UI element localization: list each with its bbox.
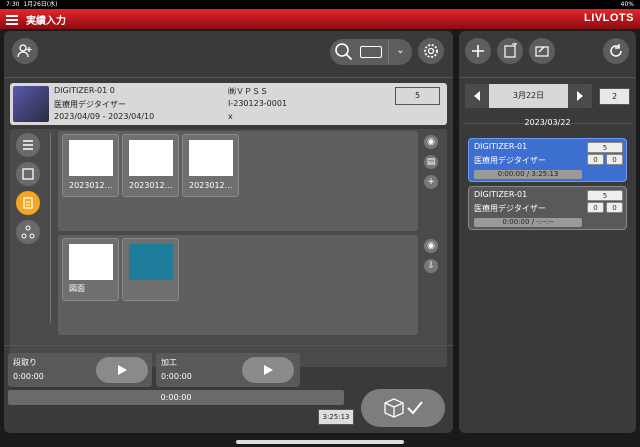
notes-tab[interactable] (16, 162, 40, 186)
add-user-icon (17, 43, 33, 59)
file-thumb[interactable]: 2023012... (182, 134, 239, 197)
total-time-bar: 0:00:00 (8, 390, 344, 405)
job-time: 0:00:00 / -:--:-- (474, 218, 582, 227)
order-qty: 5 (395, 87, 440, 105)
job-b: 0 (606, 202, 623, 213)
timer-label: 段取り (13, 357, 37, 368)
main-pane: ⌄ DIGITIZER-01 0 医療用デジタイザー 2023/04/09 - … (4, 31, 453, 433)
page-title: 実績入力 (26, 12, 66, 27)
search-keyboard-group[interactable]: ⌄ (330, 39, 412, 65)
search-icon[interactable] (334, 42, 354, 62)
add-button[interactable] (465, 38, 491, 64)
gear-icon (423, 43, 439, 59)
play-icon (116, 364, 128, 376)
prev-date-button[interactable] (465, 84, 489, 108)
play-button[interactable] (242, 357, 294, 383)
settings-button[interactable] (418, 38, 444, 64)
add-icon[interactable]: + (424, 175, 438, 189)
move-button[interactable] (497, 38, 523, 64)
next-date-button[interactable] (568, 84, 592, 108)
keyboard-icon[interactable] (360, 46, 382, 58)
chevron-left-icon (471, 90, 483, 102)
edit-icon (534, 43, 550, 59)
order-name: DIGITIZER-01 0 (54, 86, 115, 95)
list-tab[interactable] (16, 133, 40, 157)
app-logo: LIVLOTS (584, 12, 634, 24)
status-time: 7:30 1月26日(水) (6, 0, 57, 9)
timer-process: 加工 0:00:00 (156, 353, 300, 387)
hierarchy-tab[interactable] (16, 220, 40, 244)
file-area: 2023012... 2023012... 2023012... ◉ ▤ + 図… (10, 129, 447, 367)
file-preview (129, 244, 173, 280)
order-desc: 医療用デジタイザー (54, 99, 126, 110)
file-thumb[interactable]: 2023012... (122, 134, 179, 197)
edit-button[interactable] (529, 38, 555, 64)
product-image (13, 86, 49, 122)
home-indicator (236, 440, 404, 444)
job-a: 0 (587, 154, 604, 165)
schedule-pane: 3月22日 2 2023/03/22 (459, 31, 636, 433)
status-battery: 40% (621, 0, 634, 9)
file-preview (189, 140, 233, 176)
timer-value: 0:00:00 (13, 372, 44, 381)
file-preview (69, 140, 113, 176)
file-thumb[interactable] (122, 238, 179, 301)
order-code: I-230123-0001 (228, 99, 287, 108)
job-b: 0 (606, 154, 623, 165)
hamburger-menu-icon[interactable] (6, 13, 18, 25)
job-desc: 医療用デジタイザー (474, 203, 546, 214)
job-desc: 医療用デジタイザー (474, 155, 546, 166)
group-date: 2023/03/22 (459, 118, 636, 127)
refresh-button[interactable] (603, 38, 629, 64)
elapsed-badge: 3:25:13 (318, 409, 354, 425)
list-icon (21, 138, 35, 152)
file-thumb[interactable]: 図面 (62, 238, 119, 301)
download-icon[interactable]: ⇩ (424, 259, 438, 273)
job-count: 2 (599, 88, 630, 105)
play-icon (262, 364, 274, 376)
order-info-card[interactable]: DIGITIZER-01 0 医療用デジタイザー 2023/04/09 - 20… (10, 83, 447, 125)
file-icon[interactable]: ▤ (424, 155, 438, 169)
documents-tab[interactable] (16, 191, 40, 215)
hierarchy-icon (21, 225, 35, 239)
job-name: DIGITIZER-01 (474, 190, 527, 199)
complete-button[interactable] (361, 389, 445, 427)
camera-icon[interactable]: ◉ (424, 135, 438, 149)
title-bar: 実績入力 LIVLOTS (0, 9, 640, 29)
job-time: 0:00:00 / 3:25:13 (474, 170, 582, 179)
current-date[interactable]: 3月22日 (489, 84, 568, 108)
order-company: ㈱ＶＰＳＳ (228, 86, 268, 97)
file-preview (129, 140, 173, 176)
file-group-top: 2023012... 2023012... 2023012... (58, 131, 418, 231)
chevron-right-icon (574, 90, 586, 102)
timer-label: 加工 (161, 357, 177, 368)
order-x: x (228, 112, 233, 121)
document-icon (21, 196, 35, 210)
job-qty: 5 (587, 142, 623, 153)
status-bar: 7:30 1月26日(水) 40% (0, 0, 640, 9)
job-qty: 5 (587, 190, 623, 201)
file-group-bottom: 図面 (58, 235, 418, 335)
move-document-icon (502, 43, 518, 59)
camera-icon[interactable]: ◉ (424, 239, 438, 253)
note-icon (21, 167, 35, 181)
job-card[interactable]: DIGITIZER-01 医療用デジタイザー 5 0 0 0:00:00 / -… (468, 186, 627, 230)
plus-icon (470, 43, 486, 59)
refresh-icon (608, 43, 624, 59)
timer-setup: 段取り 0:00:00 (8, 353, 152, 387)
order-period: 2023/04/09 - 2023/04/10 (54, 112, 154, 121)
job-a: 0 (587, 202, 604, 213)
dropdown-chevron-icon[interactable]: ⌄ (388, 39, 412, 65)
file-thumb[interactable]: 2023012... (62, 134, 119, 197)
date-nav: 3月22日 (465, 84, 592, 108)
timer-value: 0:00:00 (161, 372, 192, 381)
job-name: DIGITIZER-01 (474, 142, 527, 151)
play-button[interactable] (96, 357, 148, 383)
job-card-selected[interactable]: DIGITIZER-01 医療用デジタイザー 5 0 0 0:00:00 / 3… (468, 138, 627, 182)
add-user-button[interactable] (12, 38, 38, 64)
box-check-icon (381, 397, 425, 419)
file-preview (69, 244, 113, 280)
